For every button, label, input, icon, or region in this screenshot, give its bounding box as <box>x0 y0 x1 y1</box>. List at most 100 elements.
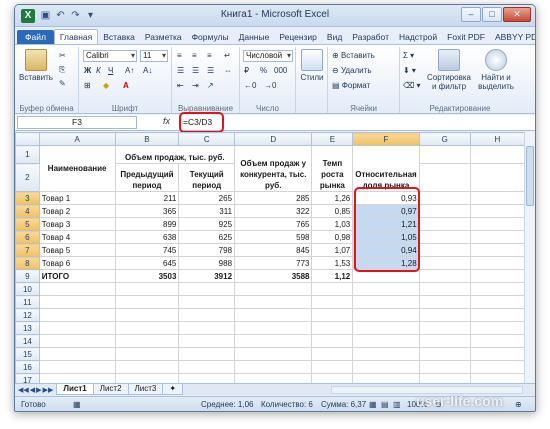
cell[interactable] <box>38 373 116 383</box>
cell[interactable] <box>114 308 180 322</box>
cell[interactable] <box>418 282 471 296</box>
cell[interactable] <box>418 360 471 374</box>
cell[interactable] <box>234 308 313 322</box>
cell[interactable] <box>352 360 420 374</box>
cell[interactable] <box>38 295 116 309</box>
align-top-icon[interactable]: ≡ <box>177 51 182 60</box>
wrap-text-icon[interactable]: ↵ <box>224 51 231 60</box>
last-sheet-icon[interactable]: ▶▶ <box>43 386 54 394</box>
cell[interactable]: 773 <box>234 256 313 270</box>
tab-page-layout[interactable]: Разметка <box>140 30 187 44</box>
cell[interactable] <box>311 347 354 361</box>
thousands-button[interactable]: 000 <box>274 66 287 75</box>
cell[interactable] <box>178 321 236 335</box>
cell[interactable] <box>311 321 354 335</box>
name-box[interactable]: F3 <box>17 116 137 129</box>
insert-function-icon[interactable]: fx <box>163 116 170 126</box>
styles-button[interactable]: Стили <box>298 49 326 82</box>
prev-sheet-icon[interactable]: ◀ <box>30 386 35 394</box>
cell[interactable]: 265 <box>178 191 236 205</box>
header-cell[interactable]: Наименование <box>38 145 116 192</box>
cell[interactable] <box>38 282 116 296</box>
align-left-icon[interactable]: ☰ <box>177 66 184 75</box>
cell[interactable] <box>469 191 525 205</box>
cell[interactable] <box>352 282 420 296</box>
column-header[interactable]: D <box>234 132 313 146</box>
column-header[interactable]: H <box>469 132 525 146</box>
cell[interactable] <box>311 373 354 383</box>
tab-home[interactable]: Главная <box>53 29 99 44</box>
cut-icon[interactable]: ✂ <box>59 51 66 60</box>
cell[interactable]: Товар 3 <box>38 217 116 231</box>
number-format-select[interactable]: Числовой <box>243 50 293 62</box>
header-cell[interactable]: Объем продаж у конкурента, тыс. руб. <box>234 145 313 192</box>
header-cell[interactable]: Относительная доля рынка <box>352 145 420 192</box>
cell[interactable] <box>352 334 420 348</box>
align-bottom-icon[interactable]: ≡ <box>207 51 212 60</box>
cell[interactable] <box>352 347 420 361</box>
cell[interactable] <box>352 321 420 335</box>
cell[interactable]: 798 <box>178 243 236 257</box>
column-header[interactable]: F <box>352 132 420 146</box>
cell[interactable] <box>38 308 116 322</box>
next-sheet-icon[interactable]: ▶ <box>36 386 41 394</box>
row-header[interactable]: 11 <box>15 295 40 309</box>
page-break-view-icon[interactable]: ▥ <box>393 400 401 409</box>
cell[interactable] <box>418 243 471 257</box>
row-header[interactable]: 10 <box>15 282 40 296</box>
cell[interactable] <box>311 360 354 374</box>
cell[interactable]: 1,07 <box>311 243 354 257</box>
fill-icon[interactable]: ⬇ ▾ <box>403 66 416 75</box>
format-painter-icon[interactable]: ✎ <box>59 79 66 88</box>
sort-filter-button[interactable]: Сортировка и фильтр <box>426 49 472 91</box>
column-header[interactable]: E <box>311 132 354 146</box>
sheet-tab-1[interactable]: Лист1 <box>56 384 94 395</box>
align-right-icon[interactable]: ☰ <box>207 66 214 75</box>
row-header[interactable]: 8 <box>15 256 40 270</box>
cell[interactable]: 1,03 <box>311 217 354 231</box>
cell[interactable]: Товар 5 <box>38 243 116 257</box>
cell[interactable] <box>234 295 313 309</box>
cell[interactable] <box>352 308 420 322</box>
row-header[interactable]: 13 <box>15 321 40 335</box>
select-all-corner[interactable] <box>15 132 40 146</box>
cell[interactable]: 745 <box>114 243 180 257</box>
cell[interactable] <box>469 347 525 361</box>
cell[interactable] <box>114 282 180 296</box>
column-header[interactable]: B <box>114 132 180 146</box>
row-header[interactable]: 14 <box>15 334 40 348</box>
cell[interactable] <box>311 334 354 348</box>
tab-developer[interactable]: Разработ <box>347 30 394 44</box>
page-layout-view-icon[interactable]: ▤ <box>381 400 389 409</box>
cell[interactable] <box>418 308 471 322</box>
cell[interactable] <box>469 321 525 335</box>
cell[interactable] <box>469 308 525 322</box>
cell[interactable] <box>418 295 471 309</box>
row-header[interactable]: 1 <box>15 145 40 164</box>
cell[interactable] <box>418 230 471 244</box>
row-header[interactable]: 2 <box>15 163 40 192</box>
cell[interactable] <box>178 347 236 361</box>
cell[interactable]: 1,26 <box>311 191 354 205</box>
tab-formulas[interactable]: Формулы <box>187 30 234 44</box>
tab-review[interactable]: Рецензир <box>274 30 322 44</box>
fill-color-icon[interactable]: ◆ <box>103 81 109 90</box>
cell[interactable] <box>352 295 420 309</box>
cell[interactable] <box>469 269 525 283</box>
cell[interactable]: 365 <box>114 204 180 218</box>
cell[interactable]: Товар 2 <box>38 204 116 218</box>
increase-indent-icon[interactable]: ⇥ <box>192 81 199 90</box>
cell[interactable] <box>114 360 180 374</box>
cell[interactable]: 625 <box>178 230 236 244</box>
cell[interactable] <box>234 373 313 383</box>
cell[interactable] <box>38 360 116 374</box>
row-header[interactable]: 4 <box>15 204 40 218</box>
underline-button[interactable]: Ч <box>108 66 113 75</box>
cell[interactable] <box>469 163 525 192</box>
cell[interactable] <box>234 334 313 348</box>
header-cell[interactable]: Предыдущий период <box>114 163 180 192</box>
tab-file[interactable]: Файл <box>17 30 54 44</box>
cell[interactable] <box>469 360 525 374</box>
cell[interactable]: 322 <box>234 204 313 218</box>
row-header[interactable]: 5 <box>15 217 40 231</box>
